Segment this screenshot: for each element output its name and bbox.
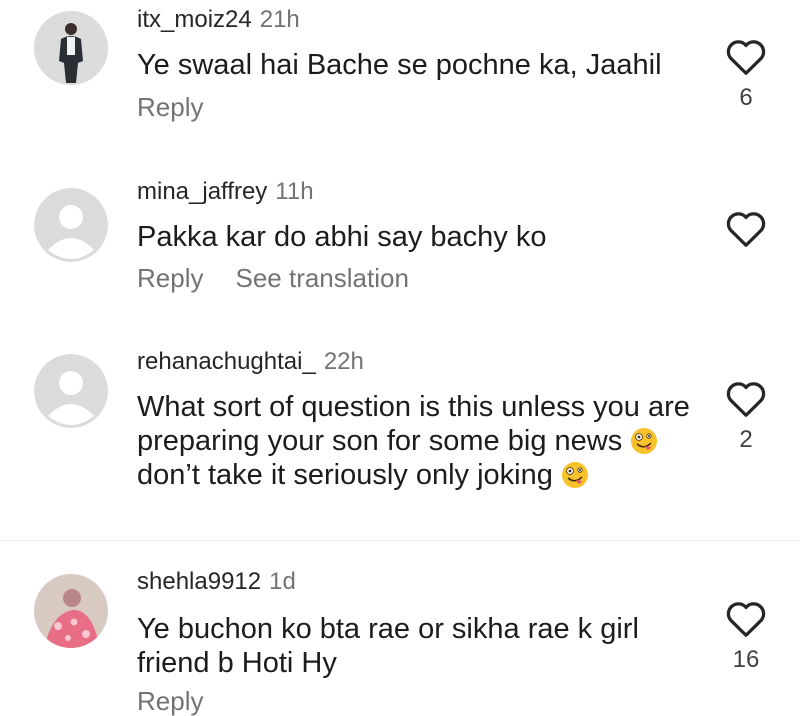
comment-actions: Reply (137, 686, 203, 716)
comment-text: What sort of question is this unless you… (137, 390, 697, 492)
like-count: 2 (739, 426, 753, 453)
comment-item: shehla9912 1d Ye buchon ko bta rae or sik… (0, 560, 800, 716)
timestamp: 21h (259, 6, 300, 33)
profile-photo-icon (34, 11, 108, 85)
comment-header: shehla9912 1d (137, 568, 296, 596)
comment-item: rehanachughtai_ 22h What sort of question… (0, 340, 800, 540)
comment-item: mina_jaffrey 11h Pakka kar do abhi say ba… (0, 170, 800, 310)
heart-icon[interactable] (724, 208, 768, 248)
username[interactable]: mina_jaffrey (137, 178, 267, 205)
profile-photo-icon (34, 574, 108, 648)
avatar[interactable] (34, 11, 108, 85)
heart-icon[interactable] (724, 36, 768, 76)
avatar[interactable] (34, 188, 108, 262)
comment-text: Ye buchon ko bta rae or sikha rae k girl… (137, 613, 639, 679)
like-count: 6 (739, 84, 753, 111)
comment-header: itx_moiz24 21h (137, 6, 300, 34)
like-count: 16 (732, 646, 760, 673)
username[interactable]: shehla9912 (137, 568, 261, 595)
timestamp: 1d (269, 568, 296, 595)
avatar[interactable] (34, 354, 108, 428)
reply-button[interactable]: Reply (137, 92, 203, 122)
avatar[interactable] (34, 574, 108, 648)
default-avatar-icon (34, 354, 108, 428)
username[interactable]: itx_moiz24 (137, 6, 252, 33)
heart-icon[interactable] (724, 378, 768, 418)
timestamp: 22h (323, 348, 364, 375)
comment-actions: Reply (137, 92, 203, 122)
comment-actions: Reply See translation (137, 263, 409, 293)
comment-item: itx_moiz24 21h Ye swaal hai Bache se poch… (0, 0, 800, 130)
timestamp: 11h (275, 178, 314, 205)
comment-text: Pakka kar do abhi say bachy ko (137, 221, 547, 253)
heart-icon[interactable] (724, 598, 768, 638)
username[interactable]: rehanachughtai_ (137, 348, 316, 375)
comment-text: Ye swaal hai Bache se pochne ka, Jaahil (137, 49, 662, 81)
comment-text-part: don’t take it seriously only joking (137, 459, 553, 491)
reply-button[interactable]: Reply (137, 263, 203, 293)
comment-header: rehanachughtai_ 22h (137, 348, 364, 376)
reply-button[interactable]: Reply (137, 686, 203, 716)
default-avatar-icon (34, 188, 108, 262)
comment-text-part: What sort of question is this unless you… (137, 391, 690, 457)
zany-face-emoji-icon (631, 428, 658, 454)
divider (0, 540, 800, 541)
comment-header: mina_jaffrey 11h (137, 178, 314, 206)
zany-face-emoji-icon (561, 462, 588, 488)
see-translation-link[interactable]: See translation (235, 263, 408, 293)
